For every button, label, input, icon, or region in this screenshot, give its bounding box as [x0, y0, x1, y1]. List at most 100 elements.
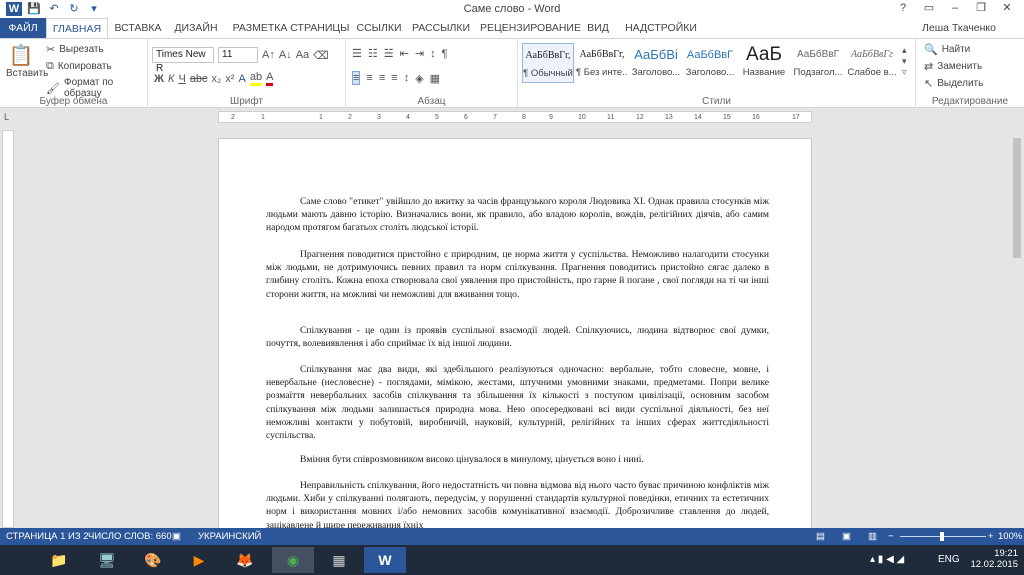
multilevel-icon[interactable]: ☱	[384, 47, 394, 60]
tab-insert[interactable]: ВСТАВКА	[112, 18, 164, 38]
page-count[interactable]: СТРАНИЦА 1 ИЗ 2	[6, 531, 89, 542]
bullets-icon[interactable]: ☰	[352, 47, 362, 60]
restore-icon[interactable]: ❐	[968, 1, 994, 16]
styles-scroll-icon[interactable]: ▴ ▾ ▿	[902, 45, 907, 78]
media-icon[interactable]: ▶	[178, 547, 220, 573]
shading-icon[interactable]: ◈	[415, 72, 423, 85]
font-size-combo[interactable]: 11	[218, 47, 258, 63]
style-normal[interactable]: АаБбВвГг, ¶ Обычный	[522, 43, 574, 83]
tab-references[interactable]: ССЫЛКИ	[352, 18, 406, 38]
line-spacing-icon[interactable]: ↕	[404, 72, 410, 84]
tab-mailings[interactable]: РАССЫЛКИ	[410, 18, 472, 38]
word-icon[interactable]: W	[364, 547, 406, 573]
style-subtitle[interactable]: АаБбВвГ Подзагол...	[792, 43, 844, 83]
proofing-icon[interactable]: ▣	[172, 531, 181, 542]
word-count[interactable]: ЧИСЛО СЛОВ: 660	[88, 531, 172, 542]
horizontal-ruler[interactable]: 2 1 1 2 3 4 5 6 7 8 9 10 11 12 13 14 15 …	[218, 111, 812, 123]
tab-file[interactable]: ФАЙЛ	[0, 18, 46, 38]
zoom-out-icon[interactable]: −	[888, 531, 894, 542]
change-case-icon[interactable]: Aa	[296, 49, 309, 61]
paste-button[interactable]: 📋 Вставить	[6, 43, 48, 79]
chrome-icon[interactable]: ◉	[272, 547, 314, 573]
scrollbar-thumb[interactable]	[1013, 138, 1021, 258]
replace-button[interactable]: ⇄ Заменить	[924, 60, 982, 73]
ruler-mark: 17	[792, 114, 800, 121]
paragraph[interactable]: Спілкування має два види, які здебільшог…	[266, 363, 769, 442]
firefox-icon[interactable]: 🦊	[224, 547, 266, 573]
tab-page-layout[interactable]: РАЗМЕТКА СТРАНИЦЫ	[232, 18, 350, 38]
font-name-combo[interactable]: Times New R	[152, 47, 214, 74]
highlight-icon[interactable]: ab	[249, 71, 263, 86]
style-heading-2[interactable]: АаБбВвГ Заголово...	[684, 43, 736, 83]
superscript-button[interactable]: x²	[225, 73, 234, 85]
numbering-icon[interactable]: ☷	[368, 47, 378, 60]
paragraph[interactable]: Вміння бути співрозмовником високо цінув…	[266, 453, 769, 466]
borders-icon[interactable]: ▦	[430, 72, 440, 85]
vertical-scrollbar[interactable]	[1010, 108, 1024, 528]
style-subtle-emphasis[interactable]: АаБбВвГг Слабое в...	[846, 43, 898, 83]
explorer-icon[interactable]: 📁	[38, 547, 80, 573]
style-no-spacing[interactable]: АаБбВвГг, ¶ Без инте...	[576, 43, 628, 83]
editing-label: Редактирование	[931, 96, 1009, 107]
tab-review[interactable]: РЕЦЕНЗИРОВАНИЕ	[480, 18, 581, 38]
font-group: Times New R 11 A↑ A↓ Aa ⌫ Ж К Ч abc x₂ x…	[148, 39, 346, 109]
calculator-icon[interactable]: ▦	[318, 547, 360, 573]
paragraph[interactable]: Саме слово "етикет" увійшло до вжитку за…	[266, 195, 769, 235]
style-title[interactable]: АаБ Название	[738, 43, 790, 83]
align-center-icon[interactable]: ≡	[366, 72, 372, 84]
tab-design[interactable]: ДИЗАЙН	[170, 18, 222, 38]
ruler-mark: 1	[319, 114, 323, 121]
cut-button[interactable]: ✂ Вырезать	[46, 43, 104, 56]
zoom-slider-thumb[interactable]	[940, 532, 944, 541]
tab-home[interactable]: ГЛАВНАЯ	[46, 18, 108, 38]
zoom-in-icon[interactable]: +	[988, 531, 994, 542]
select-button[interactable]: ↖ Выделить	[924, 77, 983, 90]
pilcrow-icon[interactable]: ¶	[442, 48, 448, 60]
zoom-level[interactable]: 100%	[998, 531, 1022, 542]
align-right-icon[interactable]: ≡	[379, 72, 385, 84]
italic-button[interactable]: К	[168, 73, 174, 85]
print-layout-icon[interactable]: ▣	[842, 531, 851, 542]
input-language[interactable]: ENG	[938, 554, 960, 565]
minimize-icon[interactable]: –	[942, 1, 968, 16]
web-layout-icon[interactable]: ▥	[868, 531, 877, 542]
strikethrough-button[interactable]: abc	[190, 73, 208, 85]
grow-font-icon[interactable]: A↑	[262, 49, 275, 61]
computer-icon[interactable]: 🖥	[86, 547, 128, 573]
word-window: W 💾 ↶ ↻ ▾ Саме слово - Word ? ▭ – ❐ ✕ ФА…	[0, 0, 1024, 575]
copy-button[interactable]: ⧉ Копировать	[46, 60, 112, 73]
paragraph[interactable]: Прагнення поводитися пристойно є природн…	[266, 248, 769, 301]
help-icon[interactable]: ?	[890, 1, 916, 16]
align-left-icon[interactable]: ≡	[352, 71, 361, 85]
close-icon[interactable]: ✕	[994, 1, 1020, 16]
read-mode-icon[interactable]: ▤	[816, 531, 825, 542]
font-color-icon[interactable]: A	[266, 71, 274, 86]
text-effects-icon[interactable]: A	[238, 73, 245, 85]
paint-icon[interactable]: 🎨	[132, 547, 174, 573]
sort-icon[interactable]: ↕	[430, 48, 436, 60]
paragraph[interactable]: Спілкування - це один із проявів суспіль…	[266, 324, 769, 350]
increase-indent-icon[interactable]: ⇥	[415, 47, 424, 60]
style-heading-1[interactable]: АаБбВі Заголово...	[630, 43, 682, 83]
clear-format-icon[interactable]: ⌫	[313, 49, 329, 62]
underline-button[interactable]: Ч	[178, 73, 185, 85]
decrease-indent-icon[interactable]: ⇤	[400, 47, 409, 60]
ribbon-display-icon[interactable]: ▭	[916, 1, 942, 16]
tray-icons[interactable]: ▴ ▮ ◀ ◢	[870, 554, 904, 565]
ruler-mark: 2	[231, 114, 235, 121]
ruler-mark: 16	[752, 114, 760, 121]
tab-addins[interactable]: НАДСТРОЙКИ	[620, 18, 702, 38]
tab-view[interactable]: ВИД	[584, 18, 612, 38]
subscript-button[interactable]: x₂	[212, 73, 222, 85]
tab-selector-icon[interactable]: L	[4, 112, 9, 122]
paragraph[interactable]: Неправильність спілкування, його недоста…	[266, 479, 769, 529]
find-button[interactable]: 🔍 Найти	[924, 43, 970, 56]
language-status[interactable]: УКРАИНСКИЙ	[198, 531, 261, 542]
clock[interactable]: 19:21 12.02.2015	[970, 548, 1018, 570]
document-page[interactable]: Саме слово "етикет" увійшло до вжитку за…	[218, 138, 812, 530]
shrink-font-icon[interactable]: A↓	[279, 49, 292, 61]
user-name[interactable]: Леша Ткаченко	[922, 22, 996, 34]
justify-icon[interactable]: ≡	[391, 72, 397, 84]
vertical-ruler[interactable]	[2, 130, 14, 528]
bold-button[interactable]: Ж	[154, 73, 164, 85]
